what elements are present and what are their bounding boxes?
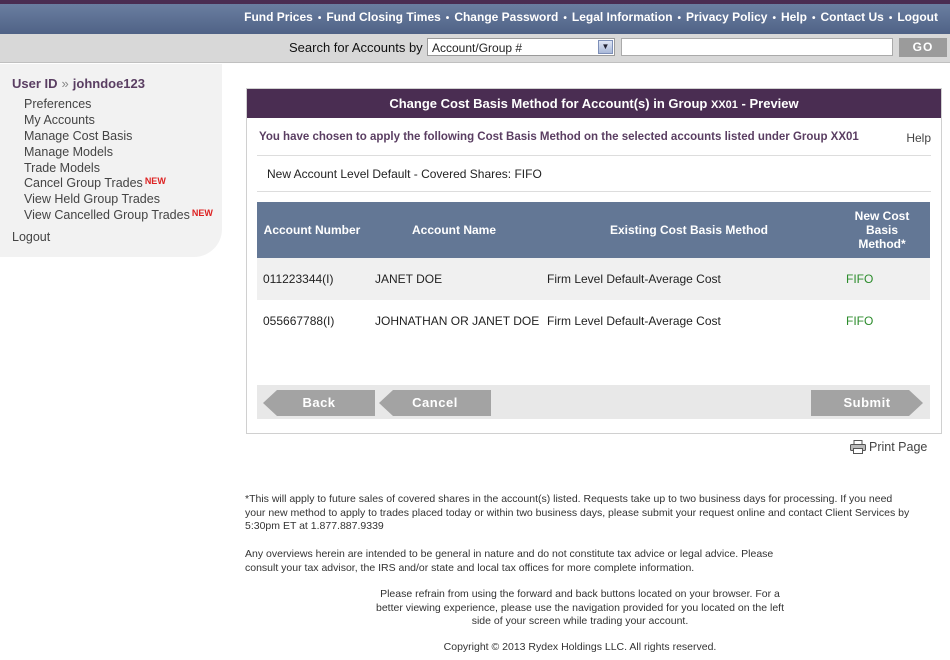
column-header-existing-method: Existing Cost Basis Method <box>609 223 769 237</box>
accounts-table: Account Number Account Name Existing Cos… <box>257 202 930 342</box>
column-header-new-method: New Cost Basis Method* <box>854 209 910 251</box>
back-button[interactable]: Back <box>263 390 375 416</box>
divider <box>257 191 931 192</box>
account-name-cell: JANET DOE <box>375 272 443 286</box>
sidebar-item-preferences[interactable]: Preferences <box>24 97 91 111</box>
existing-method-cell: Firm Level Default-Average Cost <box>547 314 721 328</box>
column-header-account-name: Account Name <box>411 223 497 237</box>
panel-title: Change Cost Basis Method for Account(s) … <box>247 89 941 118</box>
double-chevron-right-icon: » <box>61 76 69 91</box>
new-default-text: New Account Level Default - Covered Shar… <box>267 167 542 181</box>
sidebar-item-view-cancelled-group-trades[interactable]: View Cancelled Group Trades NEW <box>24 208 213 222</box>
account-number-cell: 055667788(I) <box>263 314 335 328</box>
sidebar-item-my-accounts[interactable]: My Accounts <box>24 113 95 127</box>
new-method-cell: FIFO <box>846 314 874 328</box>
nav-separator: • <box>563 13 567 24</box>
print-page-link[interactable]: Print Page <box>850 440 927 454</box>
go-button[interactable]: GO <box>899 38 947 57</box>
sidebar-item-cancel-group-trades[interactable]: Cancel Group Trades NEW <box>24 176 166 190</box>
nav-separator: • <box>772 13 776 24</box>
cost-basis-preview-panel: Change Cost Basis Method for Account(s) … <box>246 88 942 434</box>
nav-help[interactable]: Help <box>781 10 807 24</box>
user-id: User ID» johndoe123 <box>12 76 145 91</box>
nav-legal-information[interactable]: Legal Information <box>572 10 673 24</box>
footnote-covered-shares: *This will apply to future sales of cove… <box>245 493 910 532</box>
search-input[interactable] <box>621 38 893 56</box>
existing-method-cell: Firm Level Default-Average Cost <box>547 272 721 286</box>
account-name-cell: JOHNATHAN OR JANET DOE <box>375 314 540 328</box>
chosen-method-message: You have chosen to apply the following C… <box>259 131 859 143</box>
divider <box>257 155 931 156</box>
table-row: 011223344(I) JANET DOE Firm Level Defaul… <box>257 258 930 300</box>
table-header: Account Number Account Name Existing Cos… <box>257 202 930 258</box>
sidebar: User ID» johndoe123 Preferences My Accoun… <box>0 64 222 257</box>
column-header-account-number: Account Number <box>263 223 361 237</box>
nav-separator: • <box>811 13 816 24</box>
sidebar-item-view-held-group-trades[interactable]: View Held Group Trades <box>24 192 160 206</box>
username: johndoe123 <box>72 76 146 91</box>
search-type-select[interactable]: Account/Group # ▼ <box>427 38 615 56</box>
panel-title-group: XX01 <box>711 99 738 111</box>
nav-separator: • <box>677 13 682 24</box>
printer-icon <box>850 440 866 454</box>
user-id-label: User ID <box>12 76 58 91</box>
top-navigation-bar: Fund Prices • Fund Closing Times • Change Pa… <box>0 0 950 34</box>
nav-separator: • <box>445 13 450 24</box>
cancel-button[interactable]: Cancel <box>379 390 491 416</box>
nav-privacy-policy[interactable]: Privacy Policy <box>686 10 767 24</box>
new-badge: NEW <box>191 208 213 218</box>
sidebar-item-label: Cancel Group Trades <box>24 176 143 190</box>
sidebar-logout[interactable]: Logout <box>12 230 50 244</box>
chevron-down-icon[interactable]: ▼ <box>598 40 613 54</box>
print-page-label: Print Page <box>869 440 928 454</box>
sidebar-item-manage-models[interactable]: Manage Models <box>24 145 113 159</box>
search-label: Search for Accounts by <box>289 40 423 55</box>
nav-separator: • <box>317 13 322 24</box>
search-type-value: Account/Group # <box>432 41 523 55</box>
footnote-browser-navigation: Please refrain from using the forward an… <box>375 588 784 627</box>
sidebar-item-label: View Cancelled Group Trades <box>24 208 190 222</box>
sidebar-item-manage-cost-basis[interactable]: Manage Cost Basis <box>24 129 132 143</box>
nav-fund-prices[interactable]: Fund Prices <box>244 10 313 24</box>
footnote-tax-disclaimer: Any overviews herein are intended to be … <box>245 548 774 574</box>
table-row: 055667788(I) JOHNATHAN OR JANET DOE Firm… <box>257 300 930 342</box>
submit-button[interactable]: Submit <box>811 390 923 416</box>
panel-title-prefix: Change Cost Basis Method for Account(s) … <box>389 96 708 111</box>
top-nav-links: Fund Prices • Fund Closing Times • Change Pa… <box>244 10 938 24</box>
nav-contact-us[interactable]: Contact Us <box>820 10 883 24</box>
account-number-cell: 011223344(I) <box>263 272 334 286</box>
new-badge: NEW <box>144 176 166 186</box>
panel-title-suffix: - Preview <box>741 96 799 111</box>
search-bar: Search for Accounts by Account/Group # ▼… <box>0 34 950 63</box>
nav-separator: • <box>888 13 893 24</box>
copyright: Copyright © 2013 Rydex Holdings LLC. All… <box>443 641 717 653</box>
sidebar-item-trade-models[interactable]: Trade Models <box>24 161 100 175</box>
new-method-cell: FIFO <box>846 272 874 286</box>
action-button-bar: Back Cancel Submit <box>257 385 930 419</box>
nav-logout[interactable]: Logout <box>897 10 938 24</box>
help-link[interactable]: Help <box>906 131 931 145</box>
nav-change-password[interactable]: Change Password <box>454 10 558 24</box>
nav-fund-closing-times[interactable]: Fund Closing Times <box>326 10 440 24</box>
